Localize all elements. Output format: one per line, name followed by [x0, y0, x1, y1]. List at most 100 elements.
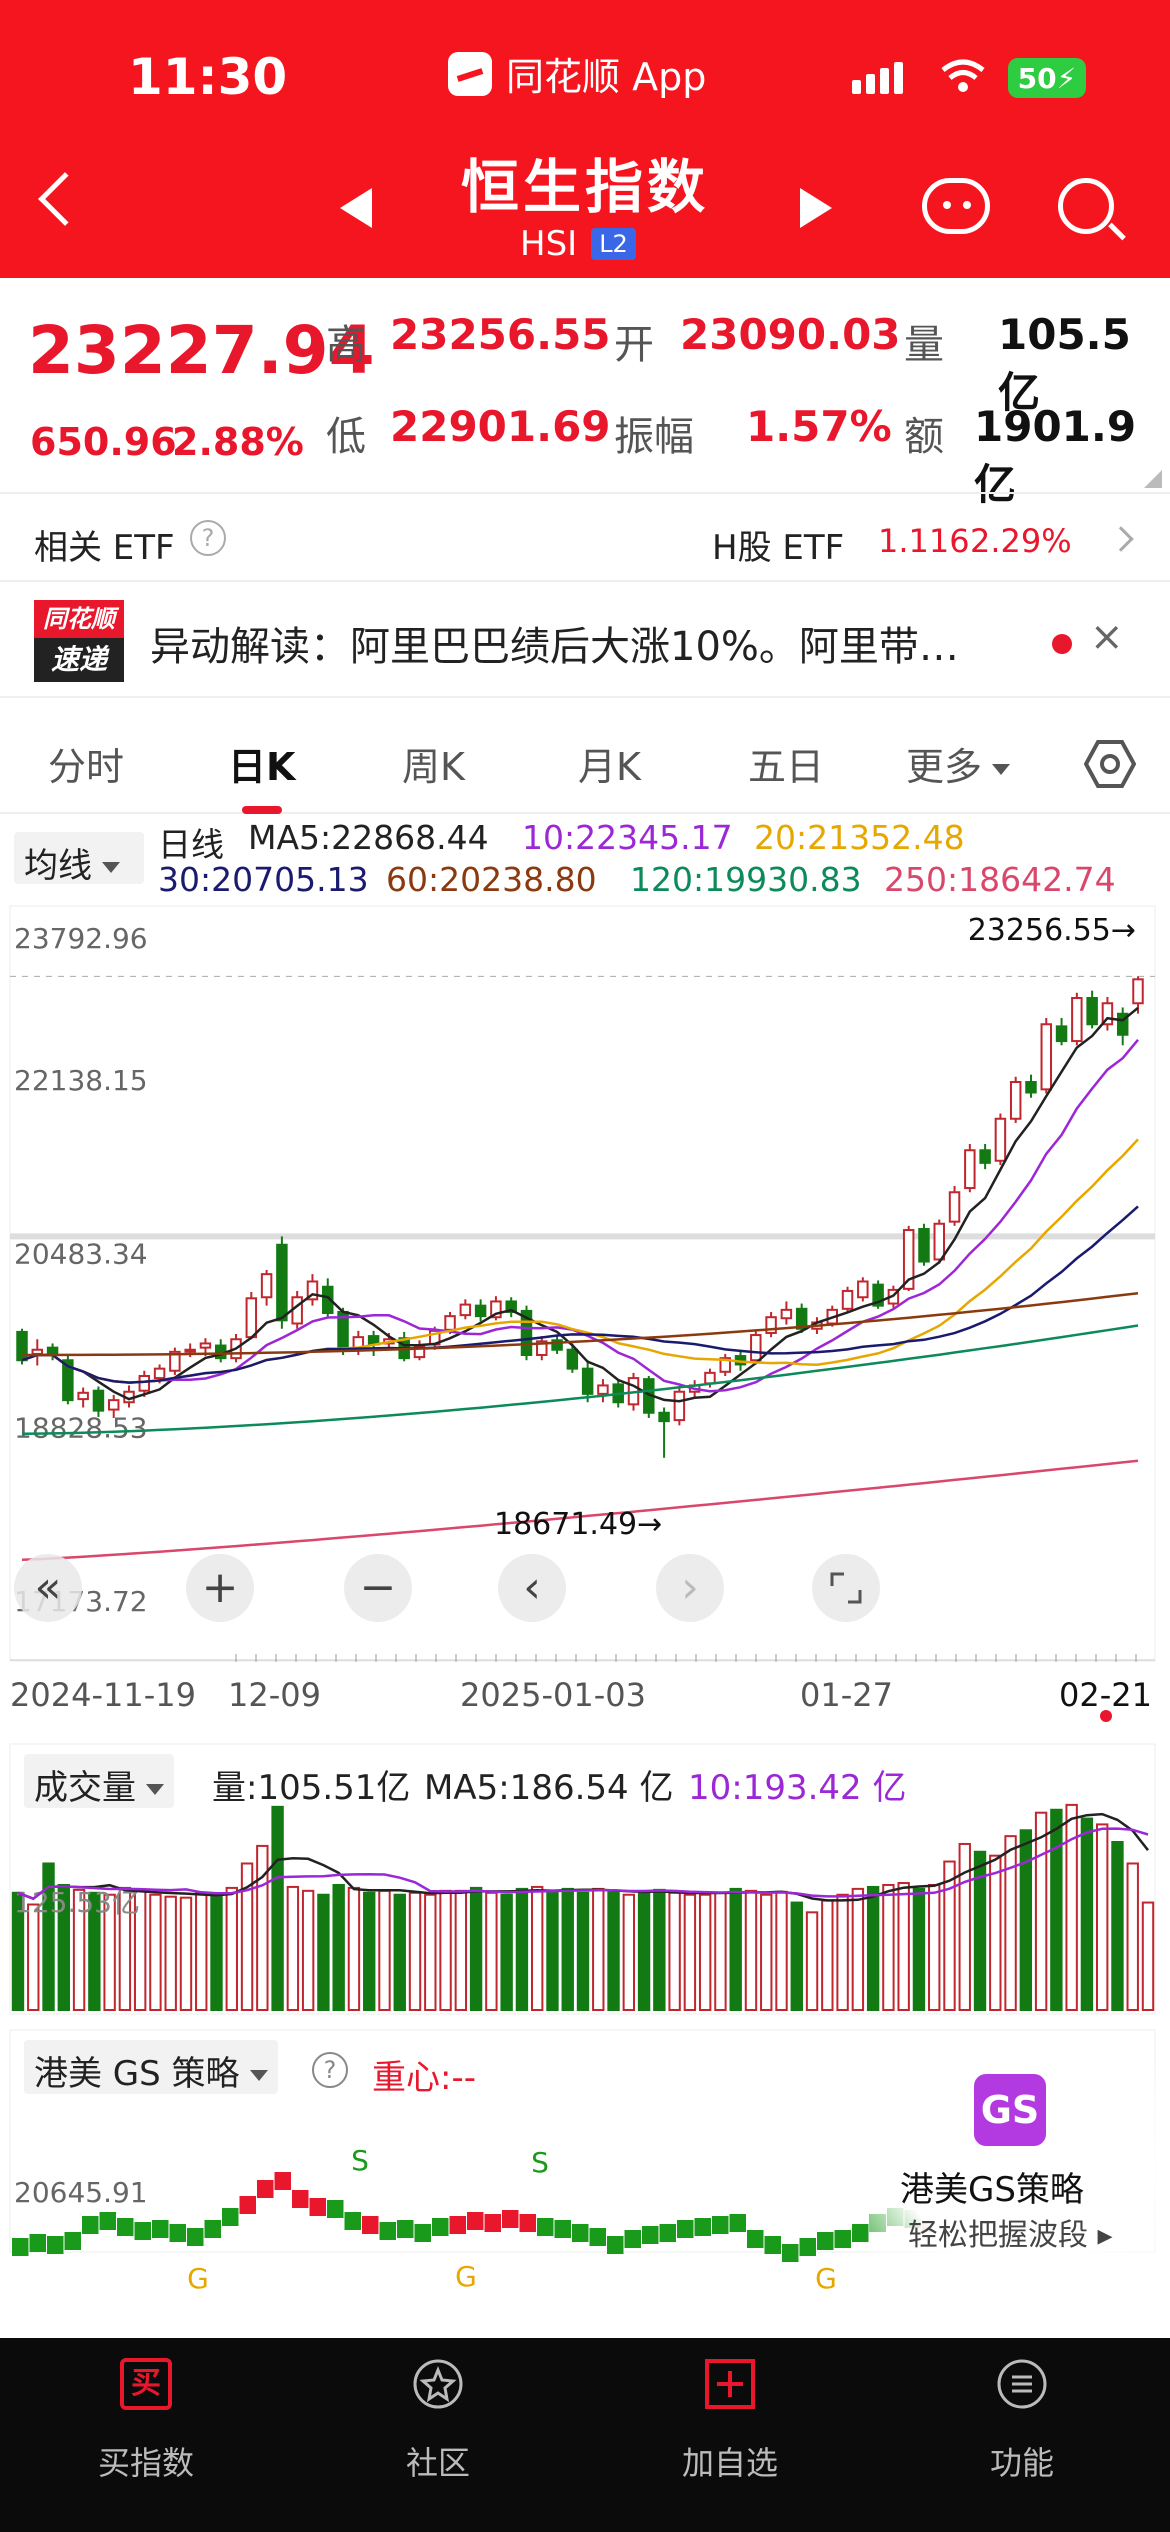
volume-bar: [469, 1886, 483, 2012]
volume-bar: [882, 1883, 895, 2011]
y-tick-label: 20483.34: [14, 1238, 148, 1271]
pan-left-icon: ‹: [523, 1562, 541, 1613]
assistant-robot-icon[interactable]: [922, 178, 990, 234]
index-code-text: HSI: [520, 224, 578, 264]
help-icon[interactable]: ?: [312, 2052, 348, 2088]
related-etf-row[interactable]: 相关 ETF ? H股 ETF 1.116 2.29%: [0, 492, 1170, 582]
gs-bar: [502, 2210, 519, 2228]
volume-label: 量: [904, 322, 944, 368]
nav-community-label: 社区: [405, 2444, 470, 2482]
volume-bar: [500, 1893, 513, 2012]
gs-bar: [537, 2218, 554, 2236]
add-watchlist-icon: [705, 2359, 755, 2409]
collapse-button[interactable]: «: [14, 1554, 82, 1622]
nav-functions-label: 功能: [989, 2444, 1054, 2482]
pan-left-button[interactable]: ‹: [498, 1554, 566, 1622]
gs-marker-g: G: [815, 2262, 837, 2295]
status-app-indicator[interactable]: 同花顺 App: [448, 46, 706, 101]
volume-bar: [622, 1893, 636, 2012]
index-code: HSI L2: [520, 224, 636, 264]
gs-bar: [169, 2224, 186, 2242]
gs-promo-title: 港美GS策略: [900, 2170, 1084, 2210]
volume-bar: [1095, 1823, 1109, 2011]
volume-bar: [454, 1889, 468, 2012]
candle-body: [459, 1303, 472, 1317]
volume-bar: [485, 1891, 498, 2012]
chevron-right-icon[interactable]: [1108, 526, 1134, 552]
nav-community[interactable]: 社区: [292, 2338, 584, 2532]
volume-bar: [439, 1889, 452, 2012]
help-icon[interactable]: ?: [190, 520, 226, 556]
news-banner[interactable]: 同花顺 速递 异动解读：阿里巴巴绩后大涨10%。阿里带… ×: [0, 586, 1170, 698]
tab-weekly-k[interactable]: 周K: [402, 736, 465, 791]
zoom-in-button[interactable]: +: [186, 1554, 254, 1622]
tab-five-day[interactable]: 五日: [748, 736, 824, 791]
gs-bar: [852, 2224, 869, 2242]
collapse-icon: «: [35, 1562, 62, 1613]
news-logo-bottom: 速递: [34, 638, 124, 682]
x-tick-label: 2025-01-03: [460, 1676, 646, 1714]
volume-bar: [1126, 1862, 1139, 2011]
gs-bar: [12, 2238, 29, 2256]
candle-body: [857, 1280, 869, 1299]
caret-down-icon: [102, 862, 120, 873]
amplitude-value: 1.57%: [746, 402, 892, 451]
high-value: 23256.55: [390, 310, 611, 359]
volume-bar: [1141, 1901, 1155, 2012]
h-etf-price: 1.116: [878, 522, 970, 560]
h-etf-pct: 2.29%: [970, 522, 1072, 560]
gs-bar: [642, 2226, 659, 2244]
candle-body: [964, 1149, 976, 1190]
fullscreen-button[interactable]: [812, 1554, 880, 1622]
gs-bar: [344, 2212, 361, 2230]
expand-corner-icon[interactable]: [1144, 470, 1162, 488]
tab-monthly-k[interactable]: 月K: [578, 736, 641, 791]
gs-bar: [379, 2222, 396, 2240]
settings-icon[interactable]: [1084, 738, 1136, 790]
gs-strategy-select[interactable]: 港美 GS 策略: [24, 2040, 278, 2094]
gs-bar: [799, 2238, 816, 2256]
volume-bar: [576, 1891, 590, 2012]
volume-bar: [1065, 1803, 1078, 2011]
gs-bar: [624, 2230, 641, 2248]
candle-body: [673, 1390, 686, 1422]
nav-buy-index[interactable]: 买 买指数: [0, 2338, 292, 2532]
candle-body: [184, 1348, 196, 1353]
gs-promo-subtitle: 轻松把握波段 ▸: [908, 2218, 1113, 2253]
nav-add-watchlist[interactable]: 加自选: [584, 2338, 876, 2532]
buy-icon: 买: [120, 2358, 172, 2410]
gs-bar: [274, 2172, 291, 2190]
candle-body: [979, 1149, 991, 1164]
gs-bar: [362, 2216, 379, 2234]
volume-bar: [729, 1887, 742, 2012]
volume-select[interactable]: 成交量: [24, 1754, 174, 1808]
gs-promo-card[interactable]: GS 港美GS策略 轻松把握波段 ▸: [870, 2060, 1170, 2280]
volume-bar: [164, 1895, 177, 2012]
zoom-out-button[interactable]: −: [344, 1554, 412, 1622]
page-title: 恒生指数: [460, 153, 709, 221]
gs-bar: [834, 2230, 851, 2248]
volume-bar: [27, 1903, 40, 2011]
volume-bar: [744, 1889, 758, 2012]
status-app-name: 同花顺 App: [506, 55, 707, 99]
pan-right-button[interactable]: ›: [656, 1554, 724, 1622]
ma-select[interactable]: 均线: [14, 832, 144, 886]
gs-bar: [519, 2214, 536, 2232]
volume-bar: [1111, 1841, 1124, 2011]
tab-intraday[interactable]: 分时: [48, 736, 124, 791]
tab-more[interactable]: 更多: [906, 736, 1011, 791]
close-icon[interactable]: ×: [1090, 614, 1124, 660]
news-headline[interactable]: 异动解读：阿里巴巴绩后大涨10%。阿里带…: [150, 614, 959, 672]
candle-body: [750, 1334, 762, 1362]
tab-daily-k[interactable]: 日K: [228, 736, 295, 791]
gs-bar: [204, 2220, 221, 2238]
candle-body: [841, 1289, 854, 1310]
volume-bar: [866, 1885, 880, 2012]
candle-body: [1025, 1081, 1037, 1094]
nav-functions[interactable]: 功能: [876, 2338, 1168, 2532]
volume-bar: [286, 1885, 300, 2012]
next-index-icon[interactable]: [800, 188, 832, 228]
gs-bar: [327, 2200, 344, 2218]
volume-bar: [698, 1893, 712, 2012]
search-icon[interactable]: [1058, 178, 1114, 234]
